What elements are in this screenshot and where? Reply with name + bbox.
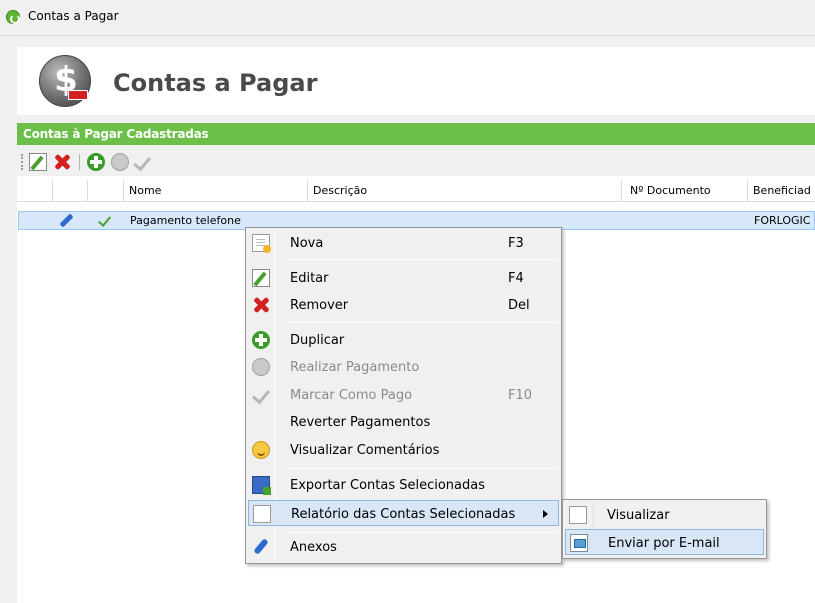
page-header: $ Contas a Pagar (17, 47, 815, 115)
header-icon-column (53, 180, 88, 202)
menu-item-label: Marcar Como Pago (290, 388, 413, 403)
window-title: Contas a Pagar (28, 9, 119, 23)
menu-item-relatorio-contas[interactable]: Relatório das Contas Selecionadas (248, 500, 559, 526)
edit-icon (252, 269, 270, 287)
section-title-bar: Contas à Pagar Cadastradas (17, 123, 815, 145)
menu-item-label: Nova (290, 236, 324, 251)
comments-icon (252, 441, 270, 459)
coin-icon (252, 358, 270, 376)
menu-item-shortcut: F10 (508, 388, 533, 403)
mark-paid-icon (133, 153, 151, 171)
menu-item-shortcut: F4 (508, 271, 524, 286)
report-icon (569, 506, 587, 524)
remove-icon[interactable] (53, 153, 71, 171)
menu-item-realizar-pagamento[interactable]: Realizar Pagamento (248, 354, 559, 380)
column-header-nome[interactable]: Nome (124, 180, 308, 202)
report-submenu: Visualizar Enviar por E-mail (562, 499, 767, 559)
menu-item-label: Enviar por E-mail (608, 536, 720, 551)
menu-separator (286, 468, 559, 469)
menu-item-reverter-pagamentos[interactable]: Reverter Pagamentos (248, 409, 559, 435)
paid-check-icon (97, 214, 111, 228)
new-document-icon (252, 234, 271, 253)
check-icon (252, 386, 270, 404)
header-status-column (88, 180, 124, 202)
submenu-arrow-icon (543, 510, 548, 518)
menu-item-label: Exportar Contas Selecionadas (290, 478, 486, 493)
email-icon (570, 534, 588, 552)
attachment-icon (252, 538, 270, 556)
menu-item-label: Realizar Pagamento (290, 360, 420, 375)
menu-item-anexos[interactable]: Anexos (248, 534, 559, 560)
submenu-item-visualizar[interactable]: Visualizar (565, 502, 764, 528)
edit-icon[interactable] (29, 153, 47, 171)
menu-item-label: Reverter Pagamentos (290, 415, 431, 430)
cell-documento (629, 212, 739, 229)
menu-item-label: Relatório das Contas Selecionadas (291, 507, 516, 522)
column-header-documento[interactable]: Nº Documento (622, 180, 748, 202)
menu-item-remover[interactable]: Remover Del (248, 292, 559, 318)
app-icon (6, 10, 20, 24)
menu-item-label: Duplicar (290, 333, 345, 348)
menu-item-nova[interactable]: Nova F3 (248, 230, 559, 256)
cell-beneficiario: FORLOGIC (754, 214, 811, 227)
menu-item-label: Visualizar Comentários (290, 443, 440, 458)
column-header-descricao[interactable]: Descrição (308, 180, 622, 202)
page-title: Contas a Pagar (113, 69, 318, 97)
window-titlebar: Contas a Pagar (0, 0, 815, 36)
remove-icon (252, 296, 270, 314)
toolbar-separator (79, 154, 80, 170)
toolbar-grip[interactable] (21, 154, 24, 170)
pay-icon (111, 153, 129, 171)
menu-item-label: Remover (290, 298, 349, 313)
duplicate-icon (252, 331, 270, 349)
menu-separator (286, 532, 559, 533)
report-icon (253, 505, 271, 523)
column-header-beneficiario[interactable]: Beneficiad (748, 180, 815, 202)
pencil-icon (59, 213, 75, 229)
menu-item-visualizar-comentarios[interactable]: Visualizar Comentários (248, 437, 559, 463)
duplicate-icon[interactable] (87, 153, 105, 171)
menu-item-label: Visualizar (607, 508, 670, 523)
section-title: Contas à Pagar Cadastradas (23, 127, 209, 141)
menu-item-label: Editar (290, 271, 329, 286)
menu-item-exportar-contas[interactable]: Exportar Contas Selecionadas (248, 472, 559, 498)
menu-item-duplicar[interactable]: Duplicar (248, 327, 559, 353)
context-menu: Nova F3 Editar F4 Remover Del Duplicar R… (245, 227, 562, 564)
grid-header: Nome Descrição Nº Documento Beneficiad (17, 180, 815, 202)
header-indicator-column (17, 180, 53, 202)
toolbar (17, 148, 815, 176)
menu-item-editar[interactable]: Editar F4 (248, 265, 559, 291)
menu-separator (286, 259, 559, 260)
menu-item-shortcut: Del (508, 298, 530, 313)
menu-separator (286, 322, 559, 323)
money-minus-icon: $ (39, 55, 91, 107)
submenu-item-enviar-email[interactable]: Enviar por E-mail (565, 529, 764, 555)
menu-item-marcar-como-pago[interactable]: Marcar Como Pago F10 (248, 382, 559, 408)
menu-item-shortcut: F3 (508, 236, 524, 251)
menu-item-label: Anexos (290, 540, 337, 555)
export-icon (252, 476, 271, 495)
